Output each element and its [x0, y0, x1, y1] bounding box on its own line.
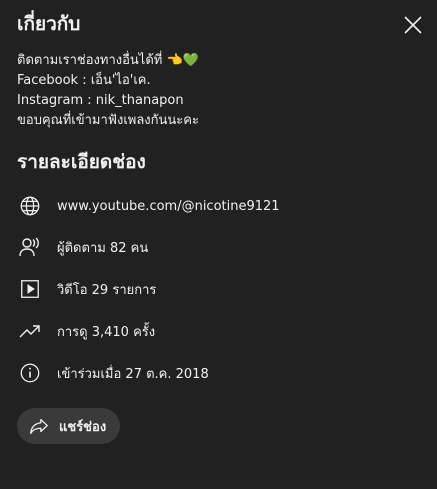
share-channel-label: แชร์ช่อง [59, 419, 107, 435]
views-row: การดู 3,410 ครั้ง [17, 316, 155, 346]
description-line: ขอบคุณที่เข้ามาฟังเพลงกันนะคะ [17, 113, 199, 128]
channel-details-title: รายละเอียดช่อง [17, 151, 146, 173]
share-icon [27, 414, 51, 438]
panel-title: เกี่ยวกับ [17, 13, 81, 35]
video-count: วิดีโอ 29 รายการ [57, 282, 157, 298]
subscribers-row: ผู้ติดตาม 82 คน [17, 232, 148, 262]
channel-url-link[interactable]: www.youtube.com/@nicotine9121 [57, 199, 280, 214]
close-button[interactable] [398, 10, 428, 40]
joined-date: เข้าร่วมเมื่อ 27 ต.ค. 2018 [57, 366, 209, 382]
globe-icon [17, 193, 43, 219]
trending-up-icon [17, 318, 43, 344]
share-channel-button[interactable]: แชร์ช่อง [17, 408, 120, 444]
joined-row: เข้าร่วมเมื่อ 27 ต.ค. 2018 [17, 358, 209, 388]
info-icon [17, 360, 43, 386]
green-heart-emoji: 💚 [182, 53, 199, 68]
channel-url-row[interactable]: www.youtube.com/@nicotine9121 [17, 191, 280, 221]
videos-row: วิดีโอ 29 รายการ [17, 274, 156, 304]
description-line: Facebook : เอ็น'ไอ'เค. [17, 73, 151, 88]
video-play-icon [17, 276, 43, 302]
subscriber-count: ผู้ติดตาม 82 คน [57, 240, 149, 256]
channel-description: ติดตามเราช่องทางอื่นได้ที่ 👈💚 Facebook :… [17, 51, 199, 131]
close-icon [404, 16, 422, 34]
view-count: การดู 3,410 ครั้ง [57, 324, 156, 340]
description-line: Instagram : nik_thanapon [17, 93, 184, 108]
description-line: ติดตามเราช่องทางอื่นได้ที่ 👈💚 [17, 53, 199, 68]
subscribers-icon [17, 234, 43, 260]
